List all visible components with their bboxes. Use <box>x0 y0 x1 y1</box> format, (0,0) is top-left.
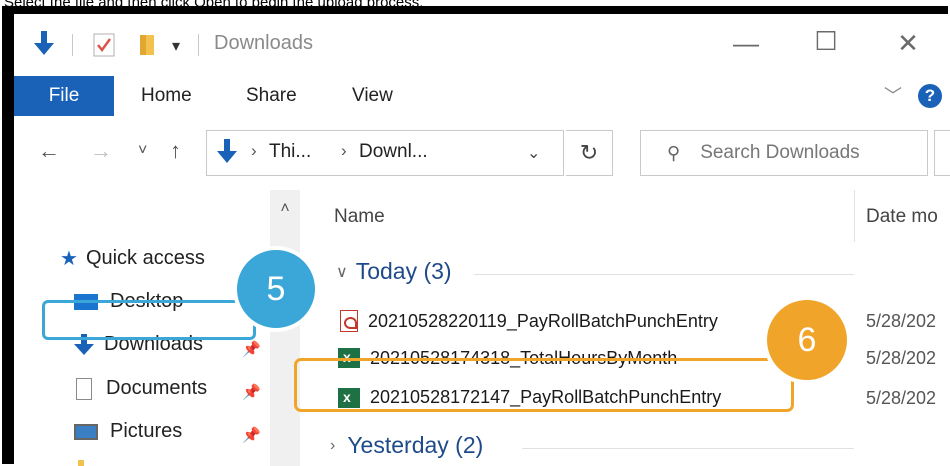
scroll-up-icon[interactable]: ˄ <box>270 200 300 218</box>
forward-arrow-icon[interactable]: → <box>90 138 112 164</box>
address-history-icon[interactable]: ⌄ <box>527 143 540 163</box>
pin-icon[interactable]: 📌 <box>242 383 261 401</box>
step-badge-5: 5 <box>233 246 319 332</box>
customize-toolbar-icon[interactable]: ▾ <box>166 36 186 56</box>
address-bar[interactable]: › Thi... › Downl... ⌄ <box>206 130 564 176</box>
document-icon <box>76 377 92 400</box>
back-arrow-icon[interactable]: ← <box>38 138 60 164</box>
title-separator <box>198 34 199 56</box>
recent-locations-icon[interactable]: ˅ <box>138 142 147 160</box>
refresh-icon[interactable]: ↻ <box>566 130 613 176</box>
download-arrow-icon[interactable] <box>32 30 56 58</box>
tab-share[interactable]: Share <box>246 76 297 116</box>
file-row[interactable]: 20210528220119_PayRollBatchPunchEntry <box>340 310 718 332</box>
file-highlight <box>294 358 794 412</box>
breadcrumb-separator-icon: › <box>251 141 257 160</box>
group-divider <box>522 448 854 449</box>
folder-icon <box>78 460 84 466</box>
pdf-file-icon <box>340 310 358 332</box>
file-date: 5/28/202 <box>866 311 937 331</box>
title-separator <box>72 34 73 56</box>
expand-ribbon-icon[interactable]: ﹀ <box>884 82 902 108</box>
file-date: 5/28/202 <box>866 348 937 368</box>
title-bar: ▾ Downloads — ☐ ✕ <box>14 14 950 76</box>
step-badge-6: 6 <box>763 296 851 384</box>
breadcrumb-downloads[interactable]: Downl... <box>359 141 428 163</box>
column-separator <box>854 190 855 242</box>
ribbon: File Home Share View ﹀ ? <box>14 76 950 117</box>
tab-home[interactable]: Home <box>141 76 192 116</box>
tab-file[interactable]: File <box>14 76 114 116</box>
column-header-name[interactable]: Name <box>334 206 385 228</box>
search-input[interactable]: Search Downloads <box>700 142 859 164</box>
window-title: Downloads <box>214 32 313 54</box>
sidebar-item-pictures[interactable]: Pictures <box>74 420 182 443</box>
maximize-button[interactable]: ☐ <box>806 26 846 57</box>
downloads-highlight <box>42 300 256 340</box>
pane-edge <box>934 130 950 176</box>
tab-view[interactable]: View <box>352 76 393 116</box>
pin-icon[interactable]: 📌 <box>242 426 261 444</box>
up-arrow-icon[interactable]: ↑ <box>170 138 181 164</box>
close-button[interactable]: ✕ <box>888 28 928 59</box>
chevron-right-icon: › <box>330 436 336 454</box>
help-icon[interactable]: ? <box>918 84 942 108</box>
properties-icon[interactable] <box>92 32 116 58</box>
sidebar-item-quick-access[interactable]: ★ Quick access <box>60 246 205 271</box>
navigation-bar: ← → ˅ ↑ › Thi... › Downl... ⌄ ↻ ⚲ Search… <box>14 116 950 190</box>
search-box[interactable]: ⚲ Search Downloads <box>640 130 928 176</box>
download-arrow-icon <box>217 139 237 170</box>
file-date: 5/28/202 <box>866 388 937 408</box>
picture-icon <box>74 423 98 440</box>
minimize-button[interactable]: — <box>726 28 766 59</box>
new-folder-icon[interactable] <box>134 32 160 58</box>
breadcrumb-separator-icon: › <box>341 141 347 160</box>
column-header-date[interactable]: Date mo <box>866 206 938 228</box>
search-icon: ⚲ <box>667 142 681 163</box>
group-header-today[interactable]: ∨ Today (3) <box>336 258 452 285</box>
group-header-yesterday[interactable]: › Yesterday (2) <box>330 432 483 459</box>
star-icon: ★ <box>60 248 78 270</box>
breadcrumb-this-pc[interactable]: Thi... <box>269 141 311 163</box>
chevron-down-icon: ∨ <box>336 263 348 281</box>
sidebar-item-documents[interactable]: Documents <box>76 377 207 400</box>
group-divider <box>474 274 854 275</box>
file-list: Name Date mo ∨ Today (3) 20210528220119_… <box>304 190 950 466</box>
pin-icon[interactable]: 📌 <box>242 340 261 358</box>
